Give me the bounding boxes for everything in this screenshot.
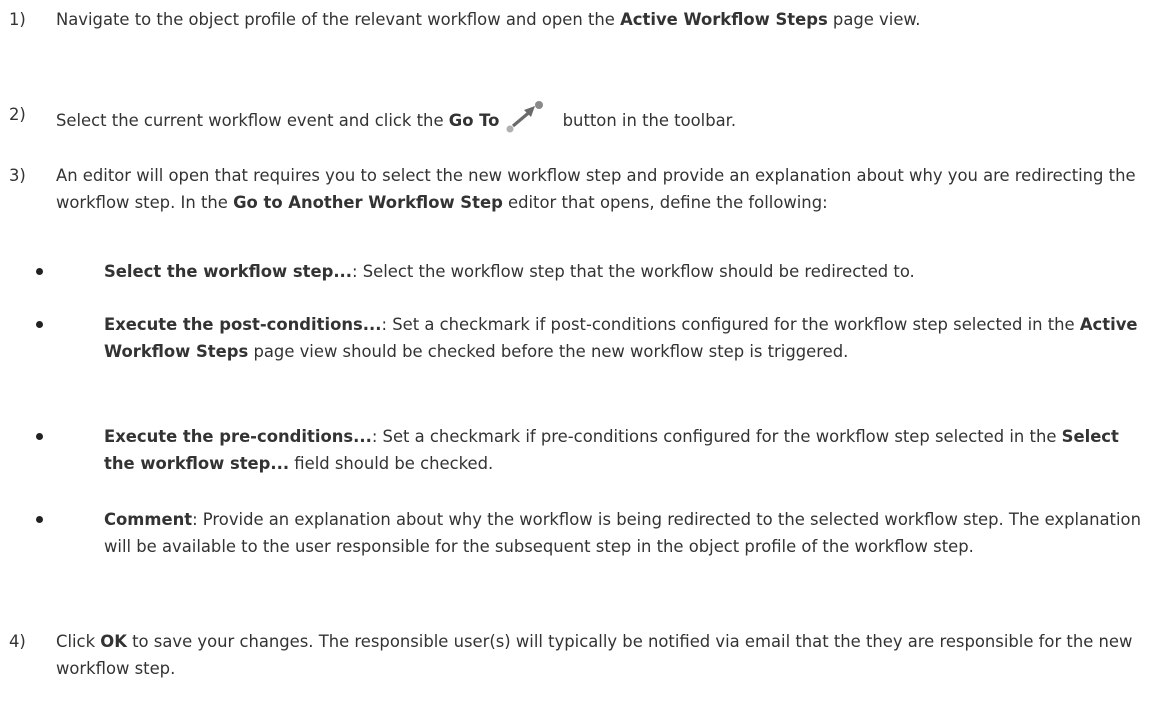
step-number: 2) bbox=[9, 105, 26, 124]
step-number: 1) bbox=[9, 10, 26, 29]
ui-term: Go To bbox=[448, 111, 500, 130]
step-text: Navigate to the object profile of the re… bbox=[56, 10, 921, 29]
step-text: Click OK to save your changes. The respo… bbox=[56, 632, 1133, 678]
bullet-text: Execute the pre-conditions...: Set a che… bbox=[104, 427, 1119, 473]
go-to-arrow-icon bbox=[506, 101, 544, 133]
field-name: Execute the post-conditions... bbox=[104, 315, 382, 334]
ui-term: OK bbox=[100, 632, 127, 651]
bullet-text: Execute the post-conditions...: Set a ch… bbox=[104, 315, 1138, 361]
bullet-icon bbox=[36, 516, 43, 523]
ui-term: Go to Another Workflow Step bbox=[233, 193, 503, 212]
step-number: 3) bbox=[9, 166, 26, 185]
field-name: Comment bbox=[104, 510, 193, 529]
ui-term: Active Workflow Steps bbox=[620, 10, 828, 29]
bullet-text: Comment: Provide an explanation about wh… bbox=[104, 510, 1141, 556]
field-name: Execute the pre-conditions... bbox=[104, 427, 372, 446]
bullet-text: Select the workflow step...: Select the … bbox=[104, 262, 915, 281]
bullet-icon bbox=[36, 433, 43, 440]
step-text: Select the current workflow event and cl… bbox=[56, 101, 1146, 135]
field-name: Select the workflow step... bbox=[104, 262, 353, 281]
bullet-icon bbox=[36, 268, 43, 275]
step-number: 4) bbox=[9, 632, 26, 651]
step-text: An editor will open that requires you to… bbox=[56, 166, 1136, 212]
bullet-icon bbox=[36, 321, 43, 328]
